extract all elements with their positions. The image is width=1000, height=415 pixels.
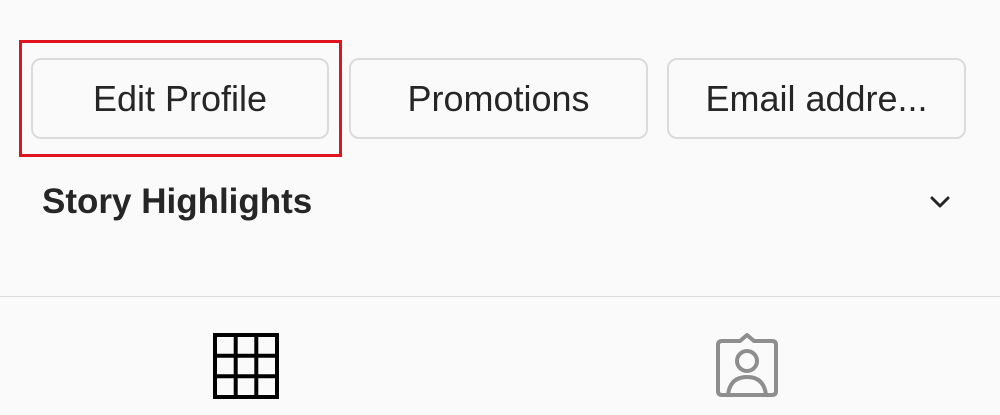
chevron-down-icon[interactable] bbox=[928, 190, 952, 214]
story-highlights-title: Story Highlights bbox=[42, 182, 313, 221]
email-address-button[interactable]: Email addre... bbox=[667, 58, 966, 139]
tab-posts-grid[interactable] bbox=[213, 333, 279, 399]
tab-tagged[interactable] bbox=[714, 333, 780, 399]
tagged-user-icon bbox=[716, 333, 778, 397]
story-highlights-header[interactable]: Story Highlights bbox=[42, 178, 962, 226]
grid-icon bbox=[213, 333, 279, 399]
promotions-button[interactable]: Promotions bbox=[349, 58, 648, 139]
annotation-highlight-box bbox=[19, 40, 342, 157]
tab-divider bbox=[0, 296, 1000, 297]
